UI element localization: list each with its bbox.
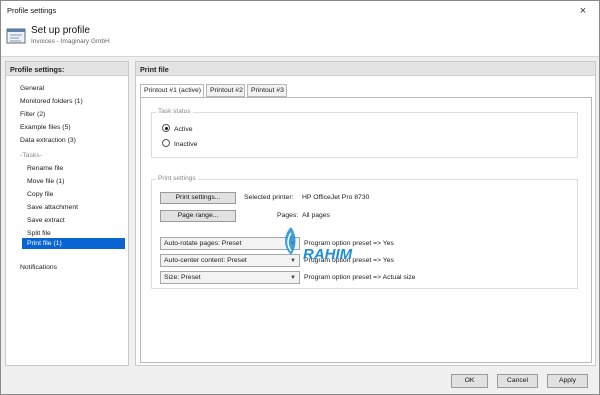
selected-printer-label: Selected printer: — [244, 194, 294, 201]
profile-settings-window: Profile settings × Set up profile Invoic… — [0, 0, 600, 395]
watermark-text: RAHIM — [303, 246, 353, 263]
dialog-footer: OK Cancel Apply — [1, 369, 599, 395]
profile-subtitle: Invoices - Imaginary GmbH — [31, 38, 110, 45]
watermark-logo: RAHIM — [273, 223, 365, 269]
tasks-section-label: -Tasks- — [20, 152, 42, 159]
print-settings-button[interactable]: Print settings... — [160, 192, 236, 204]
print-settings-label: Print settings — [156, 175, 198, 182]
panel-heading: Print file — [136, 62, 595, 76]
sidebar-heading: Profile settings: — [6, 62, 128, 76]
radio-unchecked-icon[interactable] — [162, 139, 170, 147]
profile-settings-sidebar: Profile settings: General Monitored fold… — [5, 61, 129, 366]
size-select-value: Size: Preset — [164, 274, 201, 281]
auto-rotate-select-value: Auto-rotate pages: Preset — [164, 240, 242, 247]
ok-button[interactable]: OK — [451, 374, 488, 388]
status-active-option[interactable]: Active — [162, 124, 193, 134]
profile-header: Set up profile Invoices - Imaginary GmbH — [1, 21, 599, 57]
status-active-label: Active — [174, 126, 193, 133]
selected-printer-value: HP OfficeJet Pro 8730 — [302, 194, 370, 201]
tab-printout-1[interactable]: Printout #1 (active) — [140, 84, 204, 98]
tab-printout-2[interactable]: Printout #2 — [206, 84, 245, 97]
chevron-down-icon: ▼ — [290, 275, 296, 281]
printout-1-content: Task status Active Inactive Print settin… — [140, 97, 592, 363]
status-inactive-label: Inactive — [174, 141, 198, 148]
print-file-panel: Print file Printout #1 (active) Printout… — [135, 61, 596, 366]
size-note: Program option preset => Actual size — [304, 274, 416, 281]
sidebar-item-rename-file[interactable]: Rename file — [27, 163, 63, 174]
task-status-label: Task status — [156, 108, 193, 115]
sidebar-item-filter[interactable]: Filter (2) — [20, 109, 45, 120]
profile-settings-icon — [6, 27, 26, 45]
size-select[interactable]: Size: Preset ▼ — [160, 271, 300, 284]
cancel-button[interactable]: Cancel — [497, 374, 538, 388]
sidebar-item-notifications[interactable]: Notifications — [20, 262, 57, 273]
sidebar-item-save-attachment[interactable]: Save attachment — [27, 202, 78, 213]
sidebar-item-example-files[interactable]: Example files (5) — [20, 122, 71, 133]
task-status-group: Task status Active Inactive — [151, 108, 578, 158]
sidebar-item-save-extract[interactable]: Save extract — [27, 215, 65, 226]
sidebar-item-data-extraction[interactable]: Data extraction (3) — [20, 135, 76, 146]
close-icon[interactable]: × — [575, 3, 591, 19]
sidebar-item-general[interactable]: General — [20, 83, 44, 94]
window-title: Profile settings — [7, 6, 57, 15]
status-inactive-option[interactable]: Inactive — [162, 139, 197, 149]
sidebar-item-move-file[interactable]: Move file (1) — [27, 176, 64, 187]
apply-button[interactable]: Apply — [547, 374, 588, 388]
pages-label: Pages: — [277, 212, 299, 219]
title-bar: Profile settings × — [1, 1, 599, 21]
pages-value: All pages — [302, 212, 330, 219]
sidebar-item-copy-file[interactable]: Copy file — [27, 189, 53, 200]
sidebar-item-print-file[interactable]: Print file (1) — [22, 238, 125, 249]
tab-printout-3[interactable]: Printout #3 — [247, 84, 287, 97]
auto-center-select-value: Auto-center content: Preset — [164, 257, 247, 264]
page-range-button[interactable]: Page range... — [160, 210, 236, 222]
profile-title: Set up profile — [31, 25, 90, 36]
radio-checked-icon[interactable] — [162, 124, 170, 132]
sidebar-item-monitored-folders[interactable]: Monitored folders (1) — [20, 96, 83, 107]
